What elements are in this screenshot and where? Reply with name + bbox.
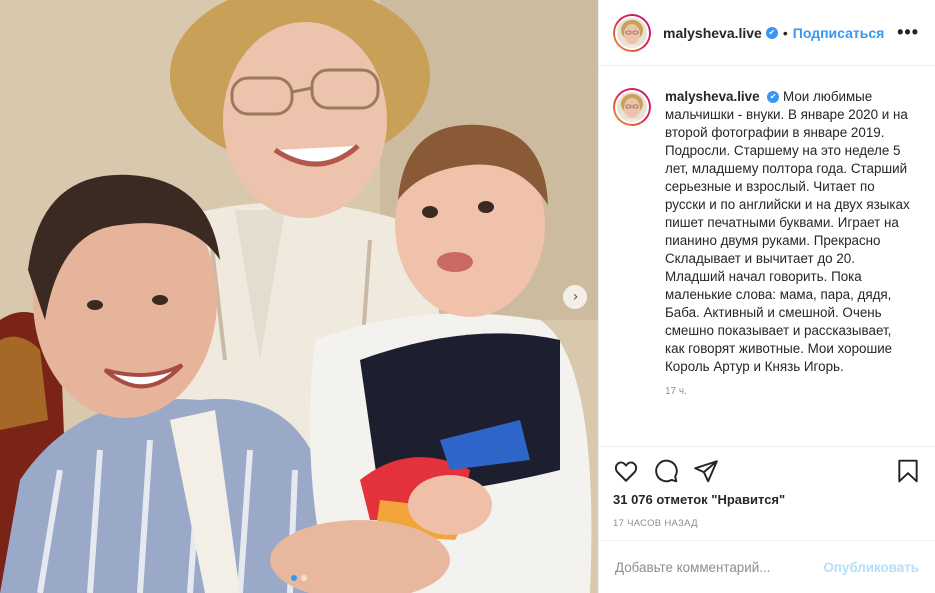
- add-comment-bar: Опубликовать: [599, 540, 935, 593]
- comment-icon[interactable]: [653, 458, 679, 484]
- caption-timestamp[interactable]: 17 ч.: [665, 386, 919, 397]
- carousel-next-button[interactable]: ›: [563, 285, 587, 309]
- more-options-icon[interactable]: •••: [897, 22, 919, 43]
- follow-button[interactable]: Подписаться: [793, 25, 885, 41]
- chevron-right-icon: ›: [572, 289, 579, 305]
- publish-button[interactable]: Опубликовать: [823, 560, 919, 575]
- carousel-indicator: [0, 575, 598, 581]
- comments-section[interactable]: malysheva.live ✔ Мои любимые мальчишки -…: [599, 66, 935, 446]
- caption-body: Мои любимые мальчишки - внуки. В январе …: [665, 89, 910, 374]
- verified-badge-icon: ✔: [765, 26, 778, 39]
- post-side-panel: malysheva.live ✔ • Подписаться ••• malys…: [598, 0, 935, 593]
- heart-icon[interactable]: [613, 458, 639, 484]
- comment-input[interactable]: [615, 559, 824, 575]
- likes-count[interactable]: 31 076 отметок "Нравится": [613, 492, 921, 507]
- action-icons-row: [613, 457, 921, 485]
- post-actions: 31 076 отметок "Нравится" 17 часов назад: [599, 446, 935, 529]
- username-link[interactable]: malysheva.live: [663, 25, 762, 41]
- caption-username-link[interactable]: malysheva.live: [665, 89, 760, 104]
- separator-dot: •: [782, 24, 788, 41]
- carousel-dot-active: [291, 575, 297, 581]
- post-timestamp[interactable]: 17 часов назад: [613, 518, 921, 529]
- share-icon[interactable]: [693, 458, 719, 484]
- avatar[interactable]: [613, 13, 651, 52]
- verified-badge-icon: ✔: [767, 91, 780, 104]
- carousel-dot: [301, 575, 307, 581]
- post-header: malysheva.live ✔ • Подписаться •••: [599, 0, 935, 66]
- photo-illustration: [0, 0, 598, 593]
- caption-row: malysheva.live ✔ Мои любимые мальчишки -…: [613, 88, 919, 376]
- bookmark-icon[interactable]: [895, 458, 921, 484]
- caption-avatar[interactable]: [613, 88, 651, 126]
- caption-text: malysheva.live ✔ Мои любимые мальчишки -…: [665, 88, 913, 376]
- post-photo[interactable]: ›: [0, 0, 598, 593]
